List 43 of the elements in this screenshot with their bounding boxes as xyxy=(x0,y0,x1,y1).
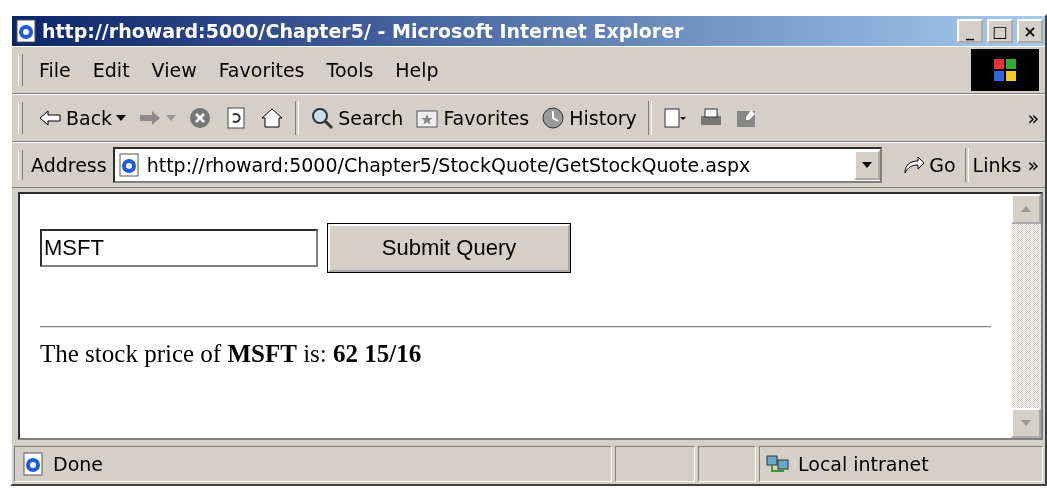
toolbar-button[interactable]: Back xyxy=(33,104,132,132)
down-arrow-icon xyxy=(1021,420,1031,426)
menu-item[interactable]: View xyxy=(143,57,205,83)
windows-logo-icon xyxy=(971,49,1039,91)
scroll-down-button[interactable] xyxy=(1011,408,1041,438)
caret-icon xyxy=(166,115,177,121)
more-chevron[interactable]: » xyxy=(1027,107,1039,129)
menu-item[interactable]: Edit xyxy=(84,57,138,83)
address-label: Address xyxy=(31,154,107,176)
up-arrow-icon xyxy=(1021,206,1031,212)
toolbar-button[interactable]: Search xyxy=(305,104,409,132)
toolbar-button[interactable]: Favorites xyxy=(410,104,535,132)
page-icon xyxy=(116,153,141,177)
scroll-up-button[interactable] xyxy=(1011,194,1041,224)
magnifier-icon xyxy=(310,106,335,130)
status-text: Done xyxy=(53,453,103,475)
browser-logo-icon xyxy=(14,19,38,43)
window-control-button[interactable]: _ xyxy=(957,19,983,43)
window-control-button[interactable]: × xyxy=(1017,19,1043,43)
dropdown-button[interactable] xyxy=(854,150,881,180)
caret-icon xyxy=(862,162,873,168)
links-label[interactable]: Links xyxy=(972,154,1022,176)
menu-item[interactable]: Tools xyxy=(318,57,382,83)
window-title: http://rhoward:5000/Chapter5/ - Microsoft Internet Explorer xyxy=(42,20,685,42)
page-icon xyxy=(21,452,45,476)
home-icon xyxy=(260,106,285,130)
menu-item[interactable]: File xyxy=(31,57,79,83)
address-field[interactable]: http://rhoward:5000/Chapter5/StockQuote/GetStockQuote.aspx xyxy=(112,147,883,183)
more-chevron[interactable]: » xyxy=(1027,154,1039,176)
symbol-input[interactable]: MSFT xyxy=(40,229,318,267)
scrollbar[interactable] xyxy=(1011,194,1041,438)
clock-icon xyxy=(541,106,566,130)
menu-item[interactable]: Help xyxy=(387,57,447,83)
result-text: The stock price of MSFT is: 62 15/16 xyxy=(40,340,423,368)
caret-icon xyxy=(116,115,127,121)
window-control-button[interactable]: □ xyxy=(987,19,1013,43)
menu-item[interactable]: Favorites xyxy=(210,57,313,83)
status-pane xyxy=(698,446,756,482)
go-button[interactable]: Go xyxy=(896,151,961,179)
stop-icon xyxy=(188,106,213,130)
zone-text: Local intranet xyxy=(798,453,929,475)
submit-button[interactable]: Submit Query xyxy=(328,224,570,272)
toolbar-button[interactable]: History xyxy=(536,104,642,132)
